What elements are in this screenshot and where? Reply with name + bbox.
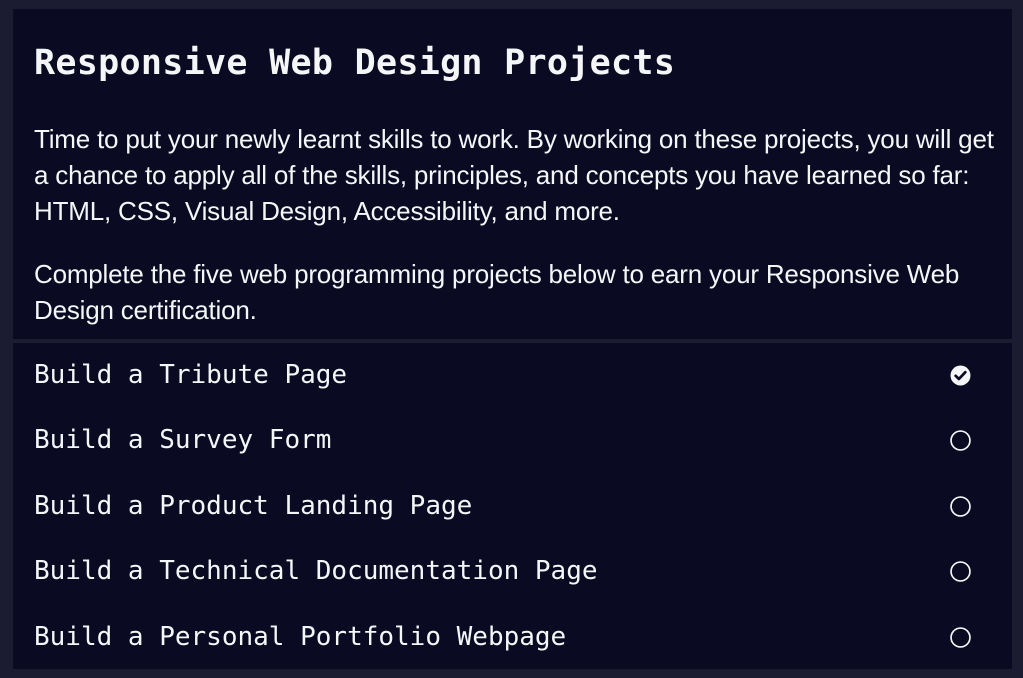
empty-circle-icon [950,495,971,517]
page-title: Responsive Web Design Projects [34,43,676,83]
project-list: Build a Tribute Page Build a Survey Form… [13,343,1012,670]
intro-section: Responsive Web Design Projects Time to p… [13,9,1012,339]
project-link[interactable]: Build a Technical Documentation Page [34,553,598,589]
intro-paragraph: Complete the five web programming projec… [34,259,960,325]
project-link[interactable]: Build a Personal Portfolio Webpage [34,619,566,655]
intro-paragraph: Time to put your newly learnt skills to … [34,124,994,226]
empty-circle-icon [950,430,971,452]
project-link[interactable]: Build a Survey Form [34,422,331,458]
empty-circle-icon [950,561,971,582]
project-link[interactable]: Build a Product Landing Page [34,488,472,524]
project-item-product-landing-page[interactable]: Build a Product Landing Page [13,474,1012,539]
project-item-personal-portfolio-webpage[interactable]: Build a Personal Portfolio Webpage [13,605,1012,670]
certification-panel: Responsive Web Design Projects Time to p… [13,9,1012,669]
check-circle-icon [950,365,971,386]
project-item-survey-form[interactable]: Build a Survey Form [13,408,1012,473]
project-link[interactable]: Build a Tribute Page [34,357,347,393]
project-item-tribute-page[interactable]: Build a Tribute Page [13,343,1012,408]
empty-circle-icon [950,626,971,648]
project-item-technical-documentation-page[interactable]: Build a Technical Documentation Page [13,539,1012,604]
